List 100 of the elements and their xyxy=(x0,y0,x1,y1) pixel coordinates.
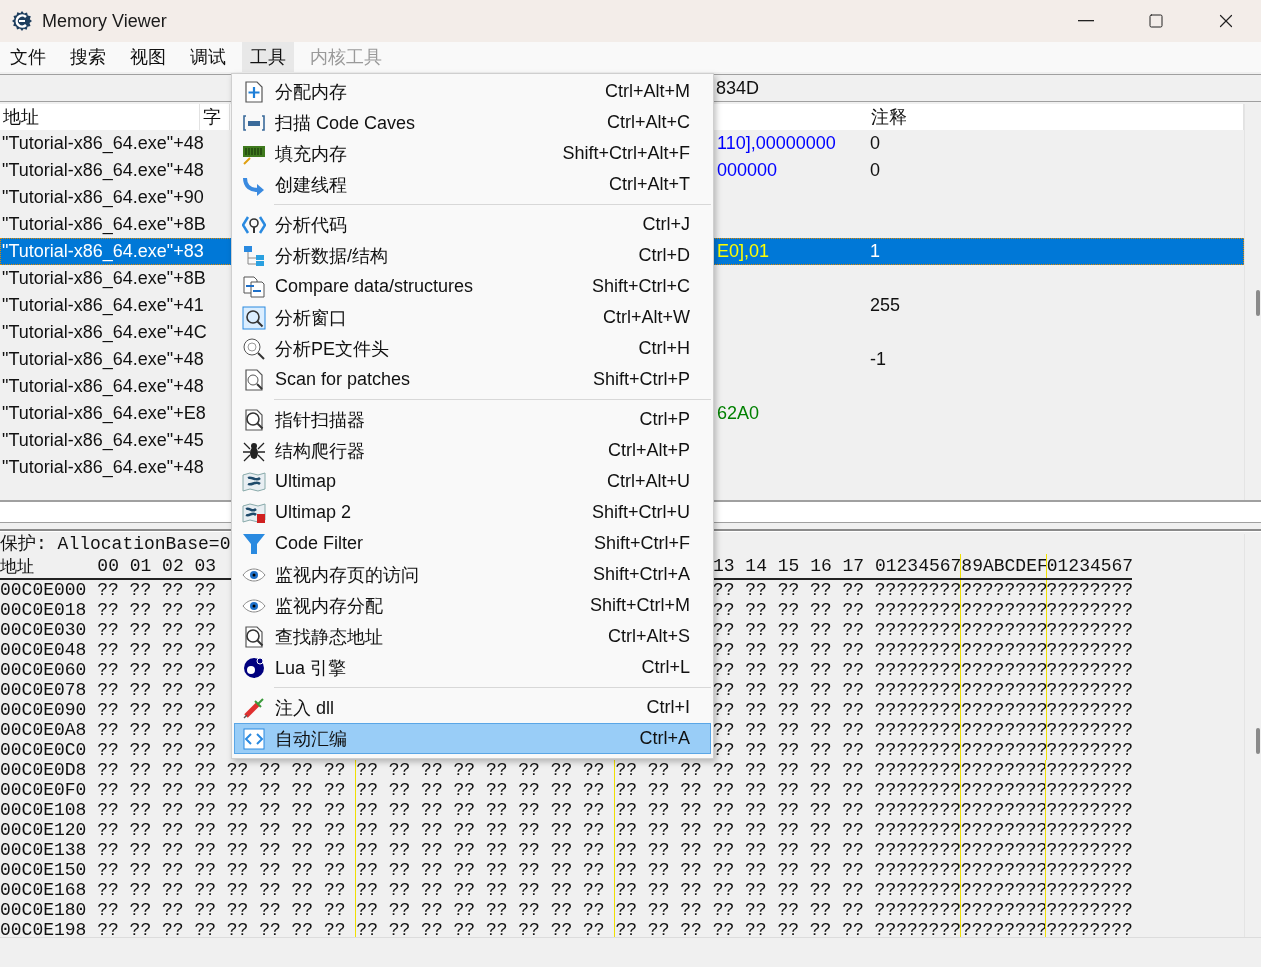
ascii-cell: ???????? xyxy=(1045,880,1132,900)
address-text: "Tutorial-x86_64.exe"+48 xyxy=(2,376,204,396)
ascii-cell: ???????? xyxy=(960,720,1047,740)
byte-cell-text: ?? xyxy=(453,840,477,860)
byte-cell-text: ?? xyxy=(680,800,703,820)
byte-cell-text: ?? xyxy=(356,900,379,920)
byte-cell-text: ?? xyxy=(259,840,282,860)
ascii-cell: ???????? xyxy=(874,860,961,880)
byte-cell-text: ?? xyxy=(777,580,801,600)
byte-cell-text: ?? xyxy=(129,920,153,937)
byte-cell-text: ?? xyxy=(162,700,185,720)
address-text: "Tutorial-x86_64.exe"+48 xyxy=(2,160,204,180)
column-header: 03 xyxy=(194,555,218,578)
byte-cell-text: ?? xyxy=(810,680,833,700)
byte-cell-text: ?? xyxy=(583,880,606,900)
byte-cell-text: ?? xyxy=(356,820,379,840)
address-text: "Tutorial-x86_64.exe"+8B xyxy=(2,268,206,288)
byte-cell-text: ?? xyxy=(162,660,185,680)
byte-cell-text: ?? xyxy=(291,860,315,880)
byte-cell-text: ?? xyxy=(712,820,736,840)
byte-cell-text: ?? xyxy=(583,780,606,800)
byte-cell-text: ?? xyxy=(647,800,671,820)
byte-cell-text: ?? xyxy=(842,820,865,840)
byte-cell-text: ?? xyxy=(129,640,153,660)
byte-cell-text: ?? xyxy=(615,820,639,840)
byte-cell-text: ?? xyxy=(745,920,768,937)
address-cell-text: 00C0E018 xyxy=(0,600,88,620)
byte-cell-text: ?? xyxy=(615,780,639,800)
ascii-cell: ???????? xyxy=(1045,800,1132,820)
byte-cell-text: ?? xyxy=(259,820,282,840)
byte-cell-text: ?? xyxy=(97,660,120,680)
byte-cell-text: ?? xyxy=(712,920,736,937)
byte-cell-text: ?? xyxy=(291,820,315,840)
byte-cell-text: ?? xyxy=(583,860,606,880)
byte-cell-text: ?? xyxy=(453,880,477,900)
byte-cell-text: ?? xyxy=(842,840,865,860)
byte-cell-text: ?? xyxy=(194,680,217,700)
address-text: "Tutorial-x86_64.exe"+41 xyxy=(2,295,204,315)
byte-cell-text: ?? xyxy=(842,780,865,800)
byte-cell-text: ?? xyxy=(842,680,865,700)
ascii-cell: ???????? xyxy=(874,780,961,800)
byte-cell-text: ?? xyxy=(453,800,477,820)
address-cell-text: 00C0E030 xyxy=(0,620,88,640)
ascii-cell: ???????? xyxy=(874,660,962,680)
ascii-cell: ???????? xyxy=(960,880,1047,900)
byte-cell-text: ?? xyxy=(194,780,217,800)
byte-cell-text: ?? xyxy=(777,760,800,780)
byte-cell-text: ?? xyxy=(453,860,477,880)
protection-info: 保护: AllocationBase=0 xyxy=(0,534,231,554)
address-cell-text: 00C0E180 xyxy=(0,900,88,920)
byte-cell-text: ?? xyxy=(226,760,250,780)
byte-cell-text: ?? xyxy=(388,800,412,820)
byte-cell-text: ?? xyxy=(842,880,865,900)
byte-cell-text: ?? xyxy=(745,880,768,900)
ascii-cell: ???????? xyxy=(1045,660,1132,680)
byte-cell-text: ?? xyxy=(323,900,347,920)
byte-cell-text: ?? xyxy=(680,880,703,900)
byte-cell-text: ?? xyxy=(680,860,703,880)
address-cell-text: 00C0E0D8 xyxy=(0,760,88,780)
ascii-cell: ???????? xyxy=(1045,600,1132,620)
byte-cell-text: ?? xyxy=(809,840,833,860)
byte-cell-text: ?? xyxy=(453,760,477,780)
ascii-cell: ???????? xyxy=(1045,620,1132,640)
byte-cell-text: ?? xyxy=(745,700,768,720)
byte-cell-text: ?? xyxy=(162,620,185,640)
byte-cell-text: ?? xyxy=(162,820,185,840)
byte-cell-text: ?? xyxy=(162,800,185,820)
byte-cell-text: ?? xyxy=(323,840,347,860)
byte-cell-text: ?? xyxy=(356,800,379,820)
byte-cell-text: ?? xyxy=(323,860,347,880)
byte-cell-text: ?? xyxy=(129,780,153,800)
byte-cell-text: ?? xyxy=(745,840,768,860)
byte-cell-text: ?? xyxy=(226,920,250,937)
ascii-cell: ???????? xyxy=(1045,820,1132,840)
byte-cell-text: ?? xyxy=(745,660,768,680)
byte-cell-text: ?? xyxy=(777,880,800,900)
byte-cell-text: ?? xyxy=(615,880,639,900)
byte-cell-text: ?? xyxy=(810,720,833,740)
byte-cell-text: ?? xyxy=(194,920,217,937)
byte-cell-text: ?? xyxy=(194,760,217,780)
ascii-cell: ???????? xyxy=(960,800,1047,820)
address-text: "Tutorial-x86_64.exe"+8B xyxy=(2,214,206,234)
byte-cell-text: ?? xyxy=(485,760,509,780)
byte-cell-text: ?? xyxy=(712,640,736,660)
comment-text: 0 xyxy=(870,160,880,180)
byte-cell-text: ?? xyxy=(388,900,412,920)
byte-cell-text: ?? xyxy=(291,880,315,900)
byte-cell-text: ?? xyxy=(129,760,153,780)
byte-cell-text: ?? xyxy=(485,880,509,900)
byte-cell-text: ?? xyxy=(226,840,250,860)
byte-cell-text: ?? xyxy=(97,780,120,800)
byte-cell-text: ?? xyxy=(550,820,574,840)
byte-cell-text: ?? xyxy=(323,800,347,820)
byte-cell-text: ?? xyxy=(842,620,865,640)
byte-cell-text: ?? xyxy=(129,800,153,820)
byte-cell-text: ?? xyxy=(97,820,120,840)
address-text: "Tutorial-x86_64.exe"+83 xyxy=(2,241,204,261)
byte-cell-text: ?? xyxy=(712,580,736,600)
byte-cell-text: ?? xyxy=(777,700,801,720)
column-header: 16 xyxy=(810,555,833,578)
